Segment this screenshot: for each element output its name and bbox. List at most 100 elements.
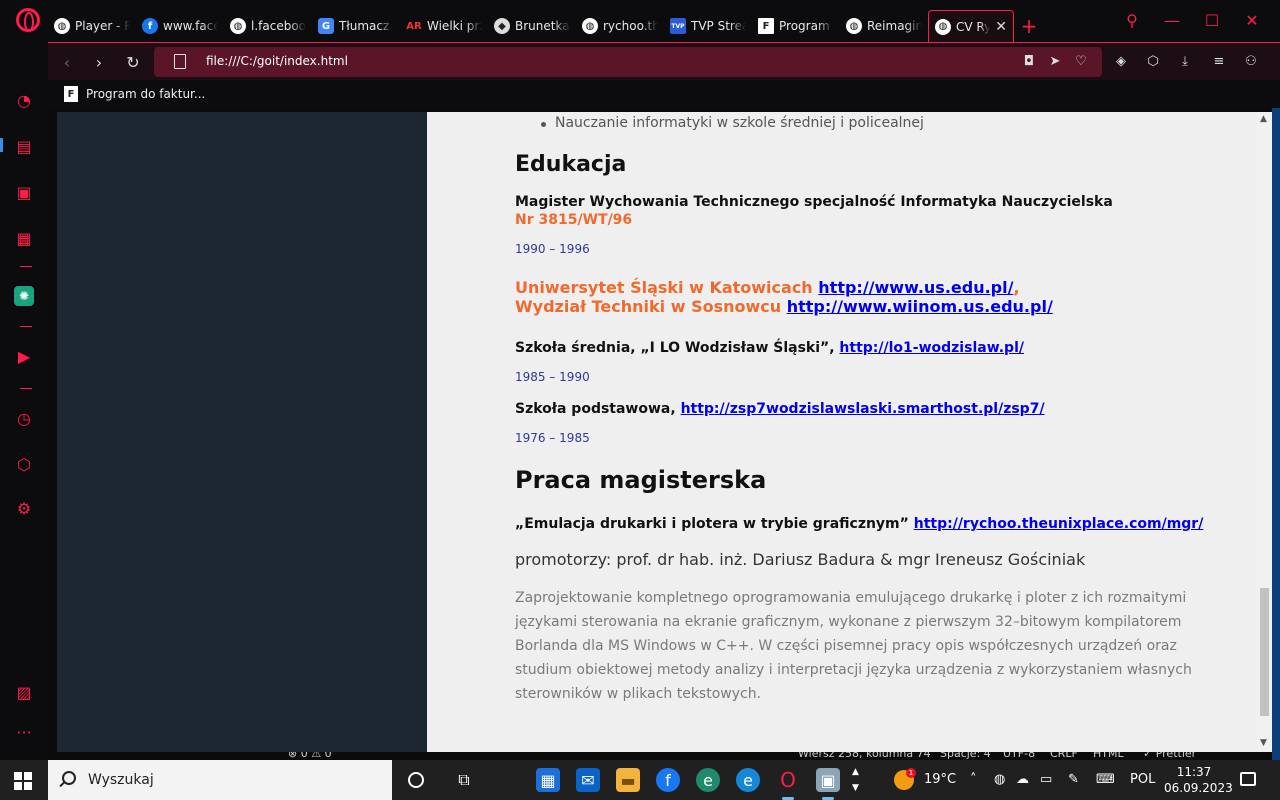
desktop-background	[1272, 108, 1280, 760]
university-link[interactable]: http://www.us.edu.pl/	[818, 278, 1013, 297]
tab[interactable]: ◆ Brunetka	[488, 10, 576, 42]
list-item: Nauczanie informatyki w szkole średniej …	[541, 115, 924, 131]
snipping-tool-icon[interactable]: ▣	[816, 768, 840, 800]
close-window-button[interactable]: ✕	[1232, 0, 1272, 40]
tab[interactable]: ◍ rychoo.the	[576, 10, 664, 42]
promoters: promotorzy: prof. dr hab. inż. Dariusz B…	[515, 550, 1086, 569]
scroll-down-icon[interactable]: ▼	[1260, 738, 1267, 748]
edge-beta-icon[interactable]: e	[696, 768, 720, 792]
tab[interactable]: TVP TVP Strea	[664, 10, 752, 42]
encoding-status[interactable]: UTF-8	[1003, 752, 1035, 760]
more-options-icon[interactable]: ···	[14, 722, 34, 742]
minimize-button[interactable]: —	[1152, 0, 1192, 40]
thesis-title: „Emulacja drukarki i plotera w trybie gr…	[515, 516, 909, 532]
tab[interactable]: ◍ Reimagini	[840, 10, 928, 42]
reload-button[interactable]: ↻	[122, 51, 144, 73]
address-bar[interactable]: file:///C:/goit/index.html	[154, 47, 1102, 77]
snapshot-icon[interactable]: ◘	[1020, 52, 1038, 70]
tab-label: Reimagini	[867, 19, 922, 33]
problems-status[interactable]: ⊗ 0 ⚠ 0	[288, 752, 332, 760]
history-icon[interactable]: ◷	[14, 408, 34, 428]
url-text[interactable]: file:///C:/goit/index.html	[206, 54, 348, 68]
thesis-link[interactable]: http://rychoo.theunixplace.com/mgr/	[914, 516, 1204, 532]
heart-icon[interactable]: ♡	[1072, 52, 1090, 70]
weather-temp[interactable]: 19°C	[924, 772, 956, 787]
prettier-status[interactable]: ✓ Prettier	[1143, 752, 1196, 760]
vertical-scrollbar[interactable]: ▲ ▼	[1257, 112, 1272, 752]
opera-menu-icon[interactable]	[16, 8, 40, 32]
profile-icon[interactable]: ⚇	[1242, 52, 1260, 70]
opera-app-icon[interactable]: O	[776, 768, 800, 800]
language-status[interactable]: HTML	[1093, 752, 1124, 760]
windows-start-icon[interactable]	[14, 772, 32, 790]
indent-status[interactable]: Spacje: 4	[940, 752, 991, 760]
twitch-icon[interactable]: ▣	[14, 182, 34, 202]
cpu-icon[interactable]: ▦	[14, 228, 34, 248]
settings-gear-icon[interactable]: ⚙	[14, 498, 34, 518]
eol-status[interactable]: CRLF	[1050, 752, 1078, 760]
easy-setup-icon[interactable]: ≡	[1210, 52, 1228, 70]
new-tab-button[interactable]: +	[1014, 10, 1044, 42]
task-view-icon[interactable]: ⧉	[452, 768, 476, 792]
keyboard-icon[interactable]: ⌨	[1096, 772, 1115, 787]
system-clock[interactable]: 11:37 06.09.2023	[1164, 764, 1233, 796]
cursor-position[interactable]: Wiersz 258, kolumna 74	[798, 752, 931, 760]
bookmark-item[interactable]: F Program do faktur...	[64, 86, 205, 102]
globe-icon: ◍	[582, 18, 598, 34]
degree-title: Magister Wychowania Technicznego specjal…	[515, 194, 1113, 210]
university-line: Uniwersytet Śląski w Katowicach http://w…	[515, 278, 1020, 297]
cube-icon[interactable]: ⬡	[1144, 52, 1162, 70]
store-icon[interactable]: ▦	[536, 768, 560, 792]
tab[interactable]: F Program d	[752, 10, 840, 42]
facebook-app-icon[interactable]: f	[656, 768, 680, 792]
tab[interactable]: f www.facel	[136, 10, 224, 42]
back-button[interactable]: ‹	[56, 51, 78, 73]
search-tabs-icon[interactable]: ⚲	[1112, 0, 1152, 40]
chatgpt-icon[interactable]: ✺	[14, 286, 34, 306]
mail-icon[interactable]: ✉	[576, 768, 600, 792]
degree-dates: 1990 – 1996	[515, 242, 590, 256]
primary-school-link[interactable]: http://zsp7wodzislawslaski.smarthost.pl/…	[681, 401, 1045, 417]
tab[interactable]: ◍ Player - R	[48, 10, 136, 42]
tab-label: rychoo.the	[603, 19, 658, 33]
input-language[interactable]: POL	[1130, 772, 1155, 787]
cv-sidebar-panel	[57, 112, 427, 752]
tab-label: Wielki prz	[427, 19, 482, 33]
maximize-button[interactable]: ☐	[1192, 0, 1232, 40]
bookmark-label: Program do faktur...	[86, 87, 206, 101]
tab[interactable]: G Tłumacz G	[312, 10, 400, 42]
speed-dial-icon[interactable]: ◔	[14, 90, 34, 110]
high-school-link[interactable]: http://lo1-wodzislaw.pl/	[839, 340, 1024, 356]
scroll-up-icon[interactable]: ▲	[1260, 114, 1267, 124]
player-icon[interactable]: ▶	[14, 346, 34, 366]
tab[interactable]: AR Wielki prz	[400, 10, 488, 42]
meet-now-icon[interactable]: ◍	[994, 772, 1005, 787]
sidebar-separator	[20, 326, 32, 327]
pen-icon[interactable]: ✎	[1068, 772, 1079, 787]
close-tab-icon[interactable]: ✕	[995, 19, 1007, 35]
cortana-icon[interactable]	[408, 772, 424, 788]
show-hidden-icons[interactable]: ˄	[970, 772, 977, 787]
send-icon[interactable]: ➤	[1046, 52, 1064, 70]
tab-label: CV Ry	[956, 19, 991, 34]
edge-icon[interactable]: e	[736, 768, 760, 792]
file-explorer-icon[interactable]: ▬	[616, 768, 640, 792]
faculty-link[interactable]: http://www.wiinom.us.edu.pl/	[787, 297, 1053, 316]
taskbar-scroll-icon[interactable]: ▲ ▼	[852, 764, 859, 796]
globe-icon: ◍	[230, 18, 246, 34]
scrollbar-thumb[interactable]	[1260, 588, 1269, 716]
tab[interactable]: ◍ l.facebook	[224, 10, 312, 42]
taskbar-search[interactable]: Wyszukaj	[48, 760, 392, 800]
extensions-cube-icon[interactable]: ⬡	[14, 454, 34, 474]
tab-active[interactable]: ◍ CV Ry ✕	[928, 10, 1014, 42]
cloud-icon[interactable]: ☁	[1016, 772, 1029, 787]
battery-icon[interactable]: ▭	[1040, 772, 1052, 787]
wolf-icon: ◆	[494, 18, 510, 34]
crypto-wallet-icon[interactable]: ▤	[14, 136, 34, 156]
download-icon[interactable]: ⤓	[1176, 52, 1194, 70]
gallery-icon[interactable]: ▨	[14, 682, 34, 702]
notification-center-icon[interactable]	[1240, 772, 1256, 786]
thesis-line: „Emulacja drukarki i plotera w trybie gr…	[515, 516, 1203, 532]
vpn-icon[interactable]: ◈	[1112, 52, 1130, 70]
forward-button[interactable]: ›	[88, 51, 110, 73]
